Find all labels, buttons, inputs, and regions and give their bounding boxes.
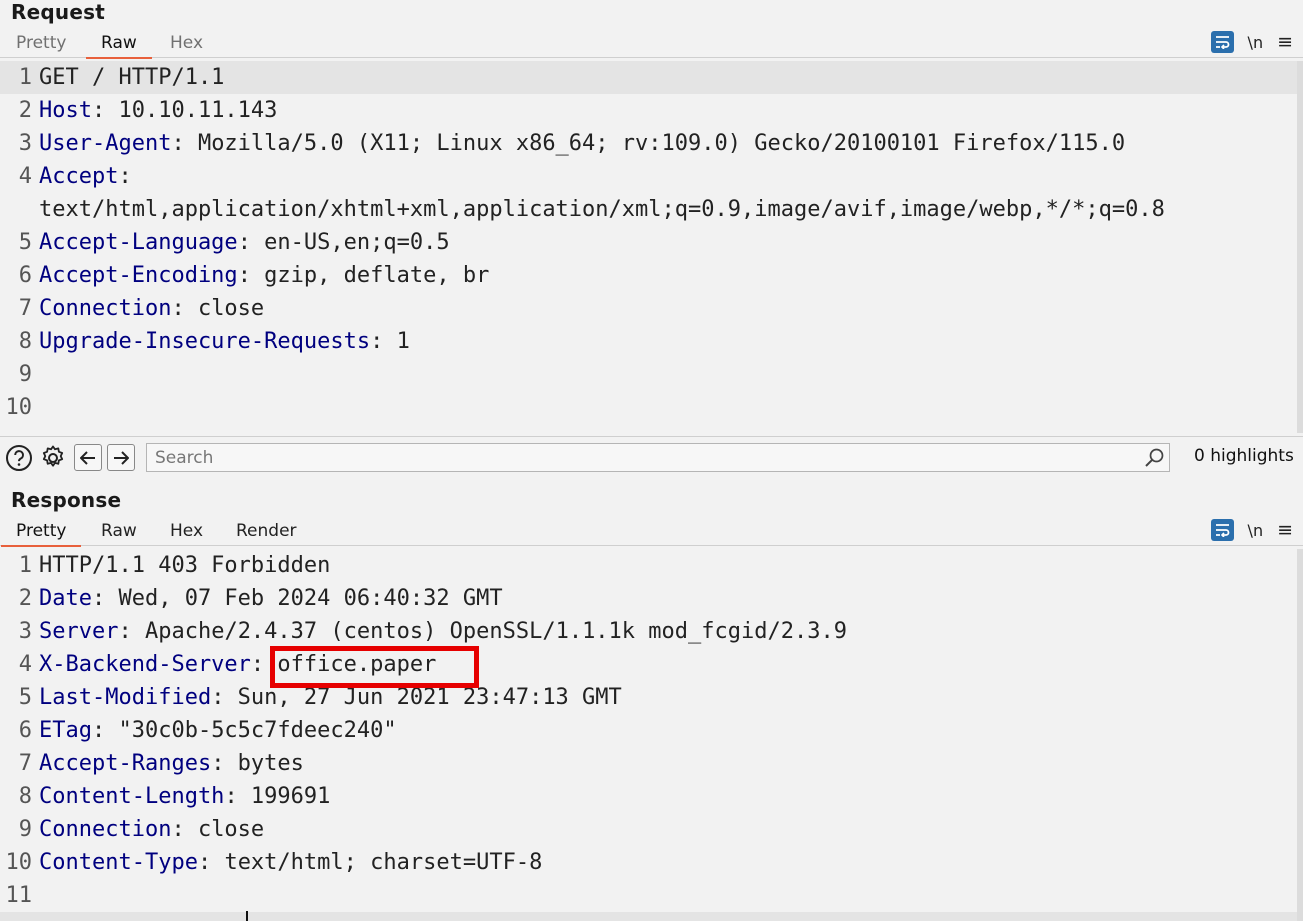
response-scrollbar[interactable] [1297,549,1303,921]
request-editor[interactable]: 1 GET / HTTP/1.1 2 Host: 10.10.11.143 3 Use… [0,61,1297,433]
request-tab-pretty[interactable]: Pretty [1,32,81,58]
response-editor[interactable]: 1 HTTP/1.1 403 Forbidden 2 Date: Wed, 07 F… [0,549,1297,921]
code-line: 10 Content-Type: text/html; charset=UTF-8 [5,850,543,875]
search-icon [1144,447,1166,469]
show-newlines-toggle[interactable]: \n [1248,521,1264,540]
code-line: 8 Upgrade-Insecure-Requests: 1 [18,329,410,354]
request-scrollbar[interactable] [1297,61,1303,433]
code-line: 5 Last-Modified: Sun, 27 Jun 2021 23:47:1… [18,685,622,710]
response-tab-raw[interactable]: Raw [86,520,152,546]
code-line: 6 Accept-Encoding: gzip, deflate, br [18,263,490,288]
code-line: 9 [18,362,32,387]
code-line: 8 Content-Length: 199691 [18,784,331,809]
text-caret [246,911,248,921]
code-line: 2 Host: 10.10.11.143 [18,98,278,123]
help-icon[interactable] [5,444,33,472]
code-line: 5 Accept-Language: en-US,en;q=0.5 [18,230,450,255]
response-tab-hex[interactable]: Hex [155,520,218,546]
search-bar: 0 highlights [0,436,1303,476]
wrap-lines-icon[interactable] [1210,519,1234,541]
code-line: 7 Accept-Ranges: bytes [18,751,304,776]
response-tab-pretty[interactable]: Pretty [1,520,82,547]
code-line: 3 Server: Apache/2.4.37 (centos) OpenSSL/… [18,619,847,644]
code-line: 10 [5,395,33,420]
request-tabs: Pretty Raw Hex [0,32,1303,59]
code-line: 6 ETag: "30c0b-5c5c7fdeec240" [18,718,397,743]
request-tab-hex[interactable]: Hex [155,32,218,58]
menu-icon[interactable]: ≡ [1277,31,1293,53]
code-line: 2 Date: Wed, 07 Feb 2024 06:40:32 GMT [18,586,503,611]
response-title: Response [11,488,122,512]
highlights-count: 0 highlights [1194,446,1294,466]
code-line-wrapped: text/html,application/xhtml+xml,applicat… [39,197,1165,222]
code-line-partial [0,912,1297,921]
response-toolbar: \n ≡ [1210,518,1293,542]
response-tabs: Pretty Raw Hex Render [0,520,1303,547]
request-tab-raw[interactable]: Raw [86,32,152,59]
request-title: Request [11,0,105,24]
wrap-lines-icon[interactable] [1210,31,1234,53]
request-toolbar: \n ≡ [1210,30,1293,54]
menu-icon[interactable]: ≡ [1277,519,1293,541]
code-line: 4 X-Backend-Server: office.paper [18,652,437,677]
previous-arrow-icon[interactable] [74,444,102,471]
code-line: 3 User-Agent: Mozilla/5.0 (X11; Linux x86… [18,131,1126,156]
next-arrow-icon[interactable] [107,444,135,471]
annotation-highlight-box [270,646,479,688]
show-newlines-toggle[interactable]: \n [1248,33,1264,52]
code-line: 11 [5,883,33,908]
response-tab-render[interactable]: Render [221,520,312,546]
code-line: 9 Connection: close [18,817,265,842]
search-input[interactable] [146,443,1170,472]
code-line: 4 Accept: [18,164,132,189]
settings-gear-icon[interactable] [39,444,67,472]
code-line: 1 HTTP/1.1 403 Forbidden [18,553,331,578]
code-line: 7 Connection: close [18,296,265,321]
code-line: 1 GET / HTTP/1.1 [0,61,1297,94]
